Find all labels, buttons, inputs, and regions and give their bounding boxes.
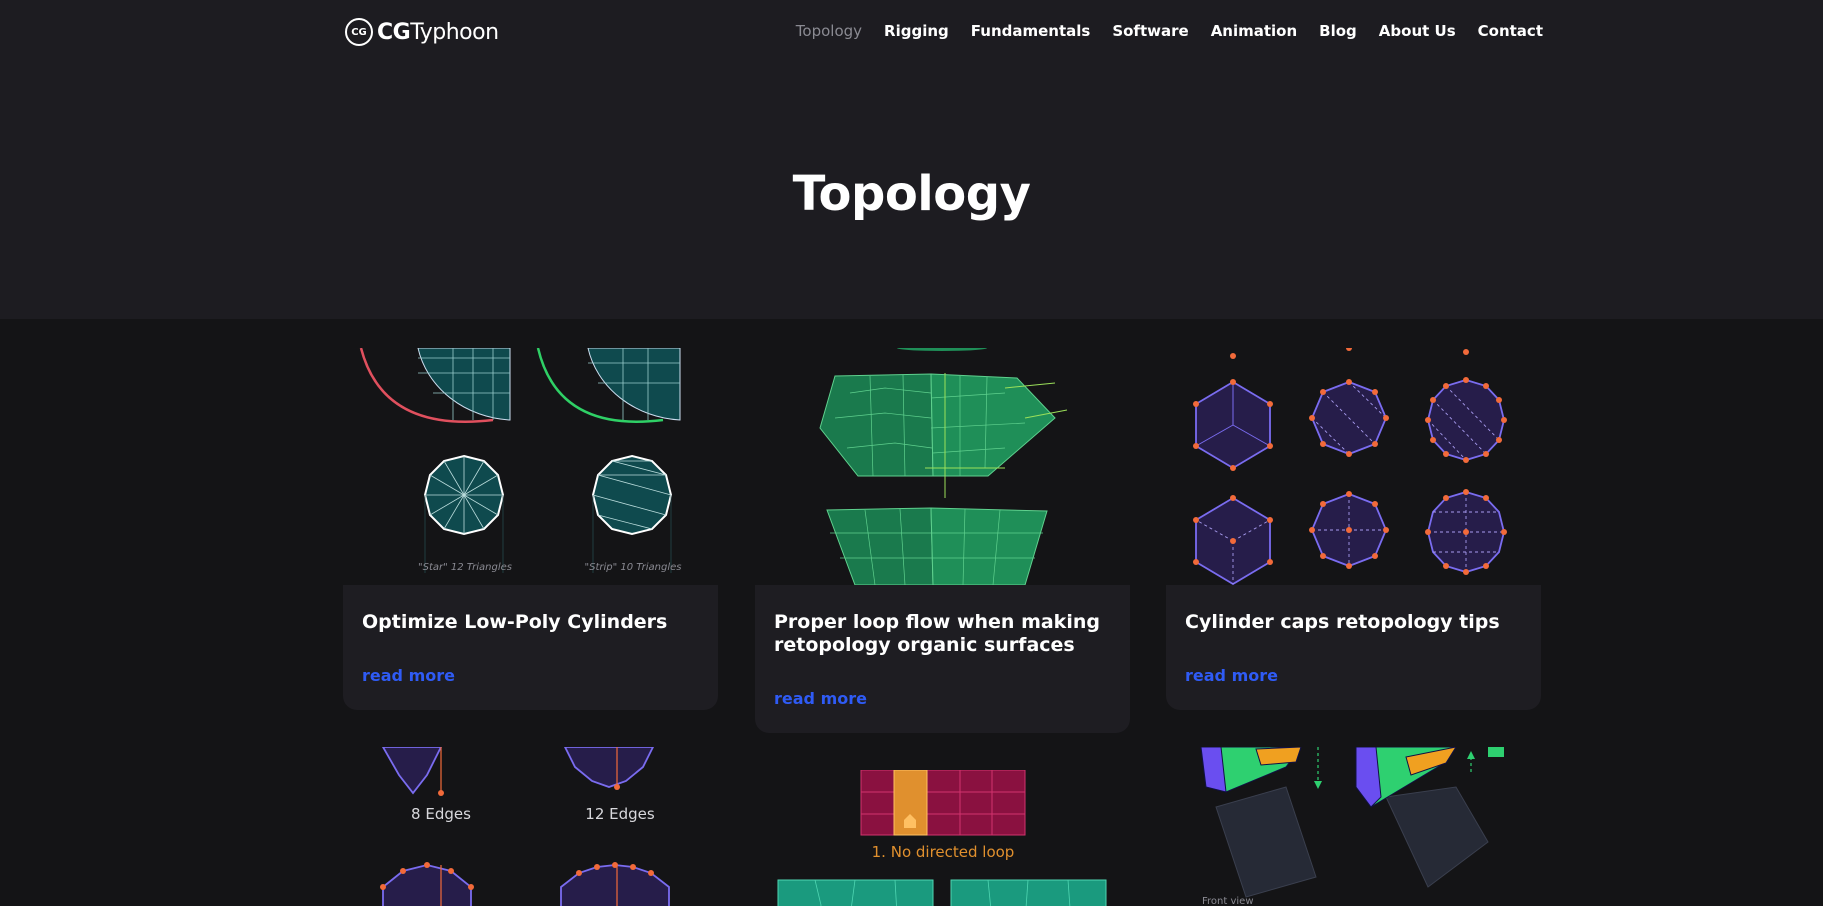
thumb-label-8-edges: 8 Edges bbox=[411, 805, 471, 823]
logo-badge-icon: CG bbox=[345, 18, 373, 46]
nav-rigging[interactable]: Rigging bbox=[884, 22, 949, 40]
nav-animation[interactable]: Animation bbox=[1211, 22, 1297, 40]
thumb-caption: Front view bbox=[1202, 896, 1254, 906]
post-card-edges[interactable]: 8 Edges 12 Edges bbox=[343, 747, 718, 906]
post-card-front-view[interactable]: Front view bbox=[1166, 747, 1541, 906]
post-card-directed-loop[interactable]: 1. No directed loop bbox=[755, 770, 1130, 906]
nav-topology[interactable]: Topology bbox=[796, 22, 862, 40]
nav-blog[interactable]: Blog bbox=[1319, 22, 1357, 40]
brand-logo[interactable]: CG CGTyphoon bbox=[345, 18, 499, 46]
post-card-loop-flow[interactable]: Proper loop flow when making retopology … bbox=[755, 348, 1130, 733]
hero-section: CG CGTyphoon Topology Rigging Fundamenta… bbox=[0, 0, 1823, 319]
post-thumbnail[interactable]: Front view bbox=[1166, 747, 1541, 906]
read-more-link[interactable]: read more bbox=[774, 689, 867, 708]
post-title[interactable]: Optimize Low-Poly Cylinders bbox=[362, 611, 702, 634]
main-nav: Topology Rigging Fundamentals Software A… bbox=[796, 22, 1543, 40]
post-card-cylinder-caps[interactable]: Cylinder caps retopology tips read more bbox=[1166, 348, 1541, 710]
post-thumbnail[interactable] bbox=[1166, 348, 1541, 585]
post-thumbnail[interactable]: 1. No directed loop bbox=[755, 770, 1130, 906]
post-title[interactable]: Cylinder caps retopology tips bbox=[1185, 611, 1525, 634]
nav-about-us[interactable]: About Us bbox=[1379, 22, 1456, 40]
read-more-link[interactable]: read more bbox=[1185, 666, 1278, 685]
read-more-link[interactable]: read more bbox=[362, 666, 455, 685]
nav-fundamentals[interactable]: Fundamentals bbox=[971, 22, 1091, 40]
post-thumbnail[interactable]: "Star" 12 Triangles "Strip" 10 Triangles bbox=[343, 348, 718, 585]
nav-software[interactable]: Software bbox=[1112, 22, 1188, 40]
thumb-label-12-edges: 12 Edges bbox=[585, 805, 655, 823]
thumb-label-star: "Star" 12 Triangles bbox=[418, 562, 512, 573]
thumb-caption: 1. No directed loop bbox=[872, 843, 1015, 861]
post-title[interactable]: Proper loop flow when making retopology … bbox=[774, 611, 1114, 657]
post-thumbnail[interactable] bbox=[755, 348, 1130, 585]
page-title: Topology bbox=[792, 166, 1031, 222]
post-thumbnail[interactable]: 8 Edges 12 Edges bbox=[343, 747, 718, 906]
thumb-label-strip: "Strip" 10 Triangles bbox=[585, 562, 682, 573]
nav-contact[interactable]: Contact bbox=[1478, 22, 1543, 40]
brand-name: CGTyphoon bbox=[377, 19, 499, 45]
post-card-low-poly-cylinders[interactable]: "Star" 12 Triangles "Strip" 10 Triangles… bbox=[343, 348, 718, 710]
